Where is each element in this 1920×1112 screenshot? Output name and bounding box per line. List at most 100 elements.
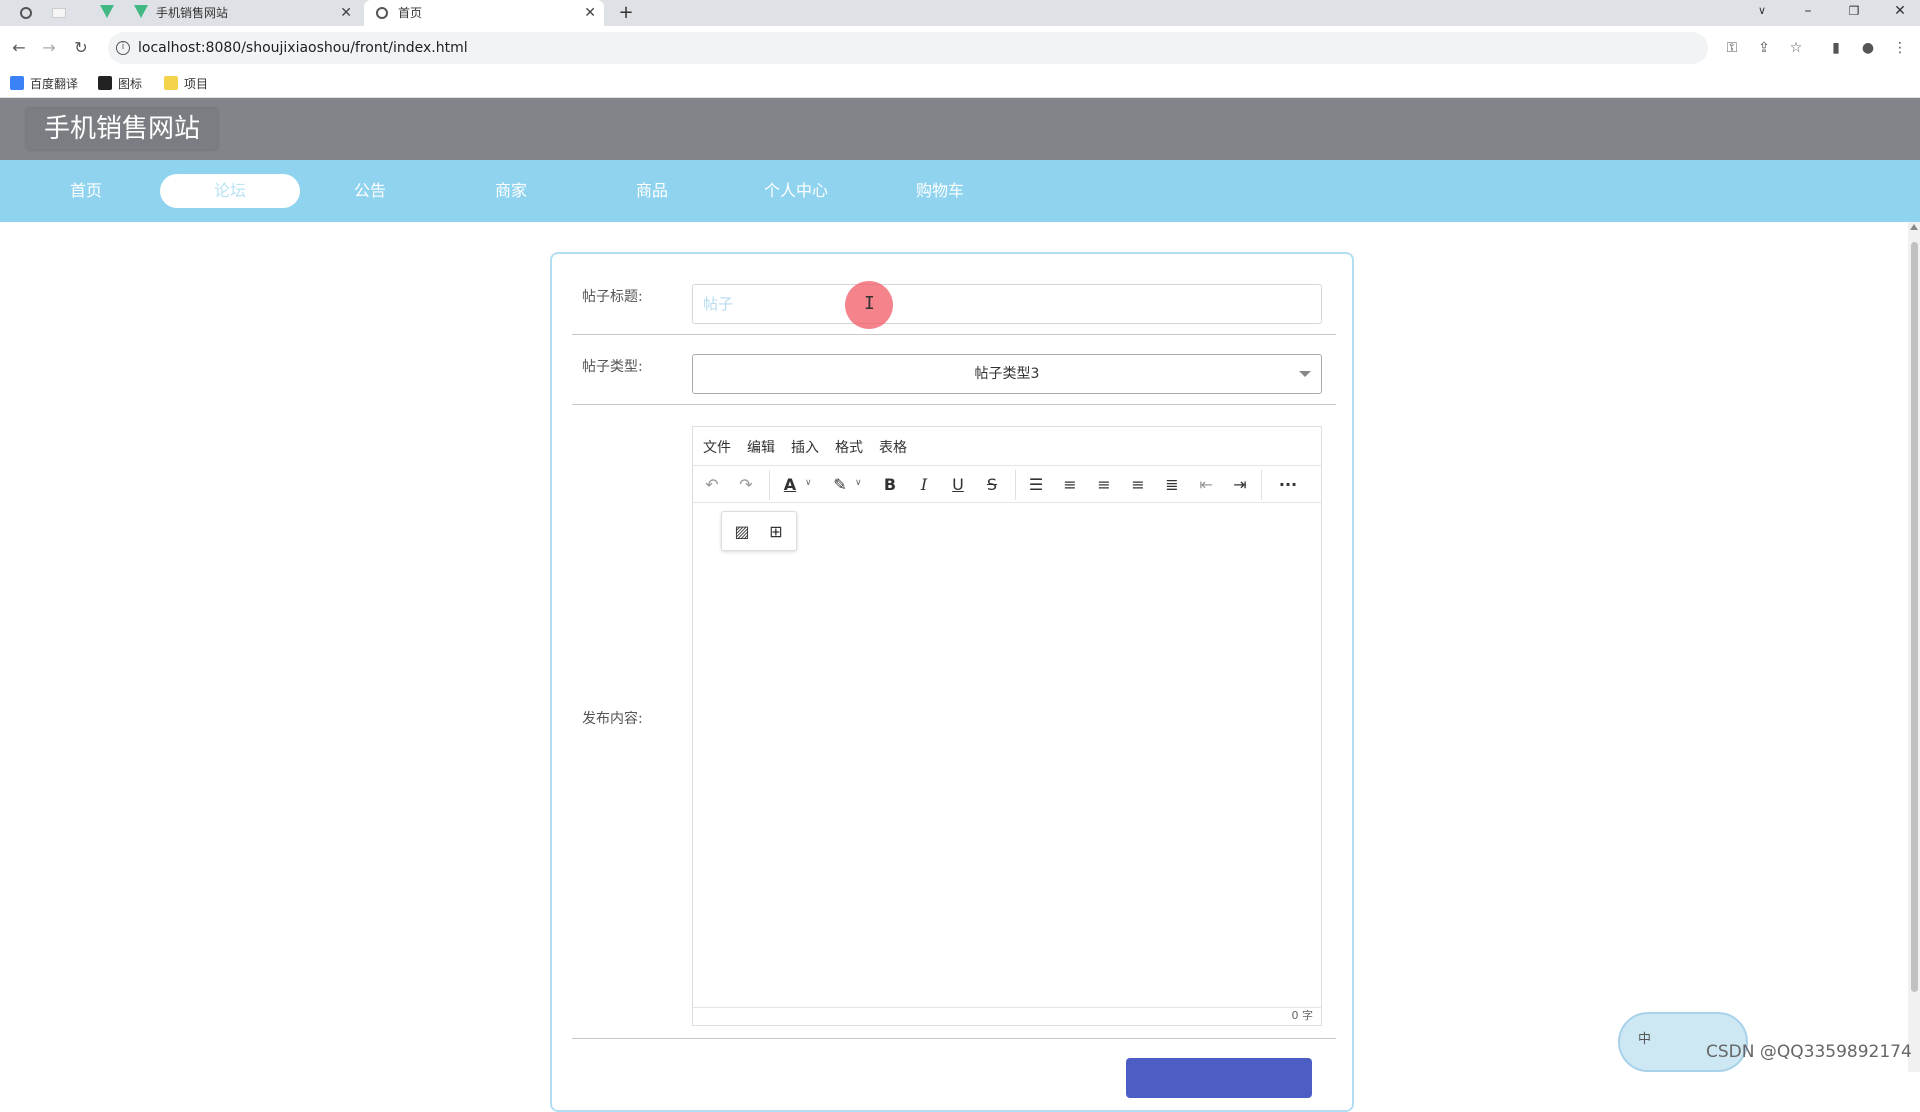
tab-site[interactable]: 手机销售网站 ✕ [124, 0, 360, 26]
menu-edit[interactable]: 编辑 [747, 437, 775, 457]
vue-logo-icon [100, 5, 114, 18]
bookmarks-bar: 百度翻译 图标 项目 [0, 70, 1920, 98]
insert-image-icon[interactable]: ▨ [730, 520, 754, 544]
folder-icon [164, 76, 178, 90]
nav-announcements[interactable]: 公告 [300, 174, 440, 208]
bookmark-baidu-translate[interactable]: 百度翻译 [10, 76, 78, 92]
reload-icon[interactable]: ↻ [70, 37, 92, 59]
share-icon[interactable]: ⇪ [1754, 38, 1774, 58]
address-toolbar: ← → ↻ i localhost:8080/shoujixiaoshou/fr… [0, 26, 1920, 70]
editor-menubar: 文件 编辑 插入 格式 表格 [693, 427, 1321, 465]
more-menu-icon[interactable]: ⋮ [1890, 38, 1910, 58]
align-center-icon[interactable]: ≡ [1091, 472, 1117, 498]
rich-text-editor[interactable]: 文件 编辑 插入 格式 表格 ↶ ↷ A ∨ ✎ ∨ B I U S ☰ ≡ ≡… [692, 426, 1322, 1026]
site-info-icon[interactable]: i [116, 41, 130, 55]
tab-label: 首页 [398, 6, 423, 20]
bookmark-icons[interactable]: 图标 [98, 76, 142, 92]
tab-blank-pinned[interactable] [44, 0, 70, 26]
highlight-color-icon[interactable]: ✎ [827, 472, 853, 498]
post-type-value: 帖子类型3 [974, 366, 1040, 382]
menu-format[interactable]: 格式 [835, 437, 863, 457]
site-header: 手机销售网站 [0, 98, 1920, 160]
strikethrough-icon[interactable]: S [979, 472, 1005, 498]
chevron-down-icon[interactable]: ∨ [855, 478, 865, 492]
post-title-input[interactable]: 帖子 [692, 284, 1322, 324]
menu-insert[interactable]: 插入 [791, 437, 819, 457]
profile-avatar-icon[interactable]: ● [1858, 38, 1878, 58]
globe-icon [20, 7, 32, 19]
tab-globe-pinned[interactable] [10, 0, 38, 26]
bookmark-label: 项目 [184, 77, 209, 91]
menu-table[interactable]: 表格 [879, 437, 907, 457]
align-right-icon[interactable]: ≡ [1125, 472, 1151, 498]
bookmark-label: 图标 [118, 77, 143, 91]
bookmark-label: 百度翻译 [30, 77, 79, 91]
minimize-button[interactable]: – [1790, 0, 1826, 26]
new-tab-button[interactable]: + [614, 0, 638, 26]
back-arrow-icon[interactable]: ← [8, 37, 30, 59]
site-nav: 首页 论坛 公告 商家 商品 个人中心 购物车 [0, 160, 1920, 222]
translate-icon [10, 76, 24, 90]
key-icon[interactable]: ⚿ [1722, 38, 1742, 58]
text-color-icon[interactable]: A [777, 472, 803, 498]
redo-icon[interactable]: ↷ [733, 472, 759, 498]
star-icon[interactable]: ☆ [1786, 38, 1806, 58]
nav-forum[interactable]: 论坛 [160, 174, 300, 208]
italic-icon[interactable]: I [911, 472, 937, 498]
tab-home[interactable]: 首页 ✕ [364, 0, 604, 26]
tab-vue-pinned[interactable] [90, 0, 116, 26]
align-left-icon[interactable]: ≡ [1057, 472, 1083, 498]
chevron-down-icon [1299, 371, 1311, 377]
close-window-button[interactable]: ✕ [1882, 0, 1918, 26]
bold-icon[interactable]: B [877, 472, 903, 498]
close-tab-icon[interactable]: ✕ [584, 0, 596, 26]
divider [572, 404, 1336, 405]
content-label: 发布内容: [582, 711, 643, 727]
more-options-icon[interactable]: ··· [1275, 472, 1301, 498]
insert-table-icon[interactable]: ⊞ [764, 520, 788, 544]
post-form: 帖子标题: 帖子 帖子类型: 帖子类型3 发布内容: 文件 编辑 插入 格式 表… [550, 252, 1354, 1112]
nav-cart[interactable]: 购物车 [870, 174, 1010, 208]
line-height-icon[interactable]: ☰ [1023, 472, 1049, 498]
editor-toolbar: ↶ ↷ A ∨ ✎ ∨ B I U S ☰ ≡ ≡ ≡ ≣ ⇤ ⇥ ··· [693, 465, 1321, 503]
toolbar-separator [769, 470, 770, 500]
menu-file[interactable]: 文件 [703, 437, 731, 457]
close-tab-icon[interactable]: ✕ [340, 0, 352, 26]
vue-logo-icon [134, 5, 148, 18]
quick-insert-popover: ▨ ⊞ [721, 511, 797, 551]
ime-mode-label: 中 [1638, 1032, 1652, 1047]
toolbar-separator [1261, 470, 1262, 500]
url-text[interactable]: localhost:8080/shoujixiaoshou/front/inde… [138, 32, 468, 64]
title-label: 帖子标题: [582, 289, 643, 305]
tab-search-chevron-icon[interactable]: ∨ [1744, 0, 1780, 26]
side-panel-icon[interactable]: ▮ [1826, 38, 1846, 58]
restore-button[interactable]: ❐ [1836, 0, 1872, 26]
submit-button[interactable] [1126, 1058, 1312, 1098]
scroll-up-arrow-icon[interactable] [1910, 224, 1918, 230]
indent-icon[interactable]: ⇥ [1227, 472, 1253, 498]
text-cursor-icon: I [864, 293, 875, 314]
outdent-icon[interactable]: ⇤ [1193, 472, 1219, 498]
blank-page-icon [52, 8, 66, 18]
page-scrollbar[interactable] [1908, 222, 1920, 1072]
type-label: 帖子类型: [582, 359, 643, 375]
chevron-down-icon[interactable]: ∨ [805, 478, 815, 492]
forward-arrow-icon[interactable]: → [38, 37, 60, 59]
scrollbar-thumb[interactable] [1911, 242, 1918, 992]
site-logo[interactable]: 手机销售网站 [26, 108, 219, 150]
post-type-select[interactable]: 帖子类型3 [692, 354, 1322, 394]
nav-merchants[interactable]: 商家 [441, 174, 581, 208]
watermark: CSDN @QQ3359892174 [1706, 1042, 1912, 1062]
undo-icon[interactable]: ↶ [699, 472, 725, 498]
bookmark-projects[interactable]: 项目 [164, 76, 208, 92]
divider [572, 334, 1336, 335]
image-bookmark-icon [98, 76, 112, 90]
align-justify-icon[interactable]: ≣ [1159, 472, 1185, 498]
address-bar[interactable]: i localhost:8080/shoujixiaoshou/front/in… [108, 32, 1708, 64]
nav-products[interactable]: 商品 [582, 174, 722, 208]
underline-icon[interactable]: U [945, 472, 971, 498]
browser-tab-bar: 手机销售网站 ✕ 首页 ✕ + ∨ – ❐ ✕ [0, 0, 1920, 26]
nav-personal-center[interactable]: 个人中心 [726, 174, 866, 208]
tab-label: 手机销售网站 [156, 6, 229, 20]
nav-home[interactable]: 首页 [16, 174, 156, 208]
